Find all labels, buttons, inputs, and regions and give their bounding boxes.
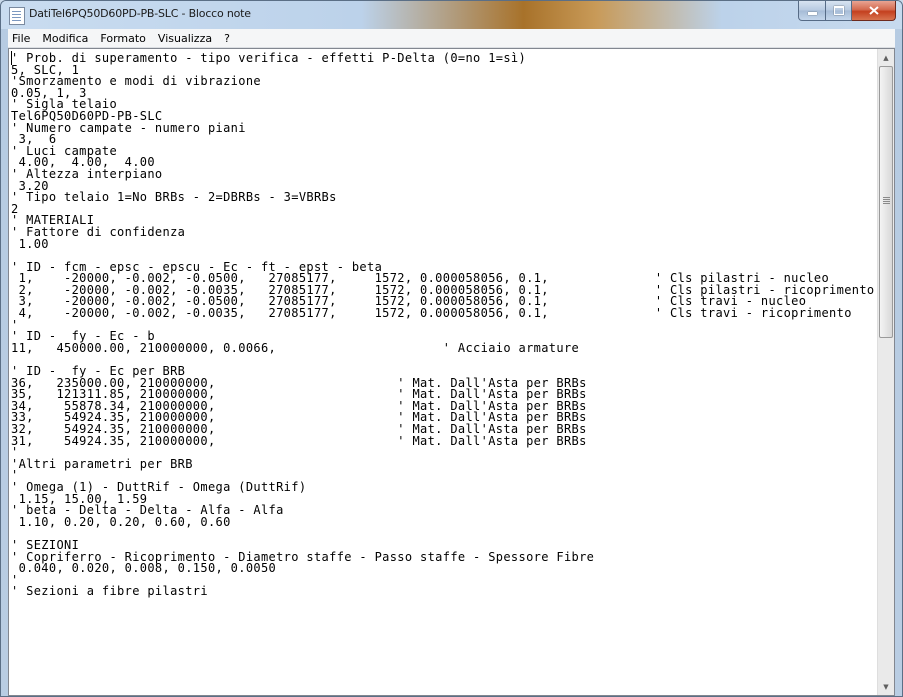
title-bar[interactable]: DatiTel6PQ50D60PD-PB-SLC - Blocco note [1, 1, 902, 29]
notepad-window: DatiTel6PQ50D60PD-PB-SLC - Blocco note F… [0, 0, 903, 697]
chevron-up-icon: ▲ [883, 53, 889, 62]
notepad-icon[interactable] [9, 7, 25, 25]
window-title: DatiTel6PQ50D60PD-PB-SLC - Blocco note [29, 7, 251, 20]
close-icon [868, 6, 879, 15]
window-controls [798, 1, 896, 21]
text-caret [11, 51, 12, 65]
maximize-icon [833, 6, 844, 15]
menu-help[interactable]: ? [218, 32, 236, 45]
text-editor[interactable]: ' Prob. di superamento - tipo verifica -… [8, 48, 895, 696]
menu-bar: File Modifica Formato Visualizza ? [8, 29, 895, 48]
menu-visualizza[interactable]: Visualizza [152, 32, 218, 45]
text-area[interactable]: ' Prob. di superamento - tipo verifica -… [9, 49, 877, 695]
menu-file[interactable]: File [8, 32, 36, 45]
editor-content[interactable]: ' Prob. di superamento - tipo verifica -… [9, 49, 877, 598]
grip-icon [883, 197, 890, 204]
scroll-up-button[interactable]: ▲ [878, 49, 894, 66]
scrollbar-thumb[interactable] [879, 66, 893, 338]
minimize-icon [807, 12, 817, 15]
menu-formato[interactable]: Formato [94, 32, 152, 45]
chevron-down-icon: ▼ [883, 682, 889, 691]
scroll-down-button[interactable]: ▼ [878, 678, 894, 695]
vertical-scrollbar[interactable]: ▲ ▼ [877, 49, 894, 695]
maximize-button[interactable] [826, 1, 852, 21]
minimize-button[interactable] [798, 1, 826, 21]
close-button[interactable] [852, 1, 896, 21]
menu-modifica[interactable]: Modifica [36, 32, 94, 45]
